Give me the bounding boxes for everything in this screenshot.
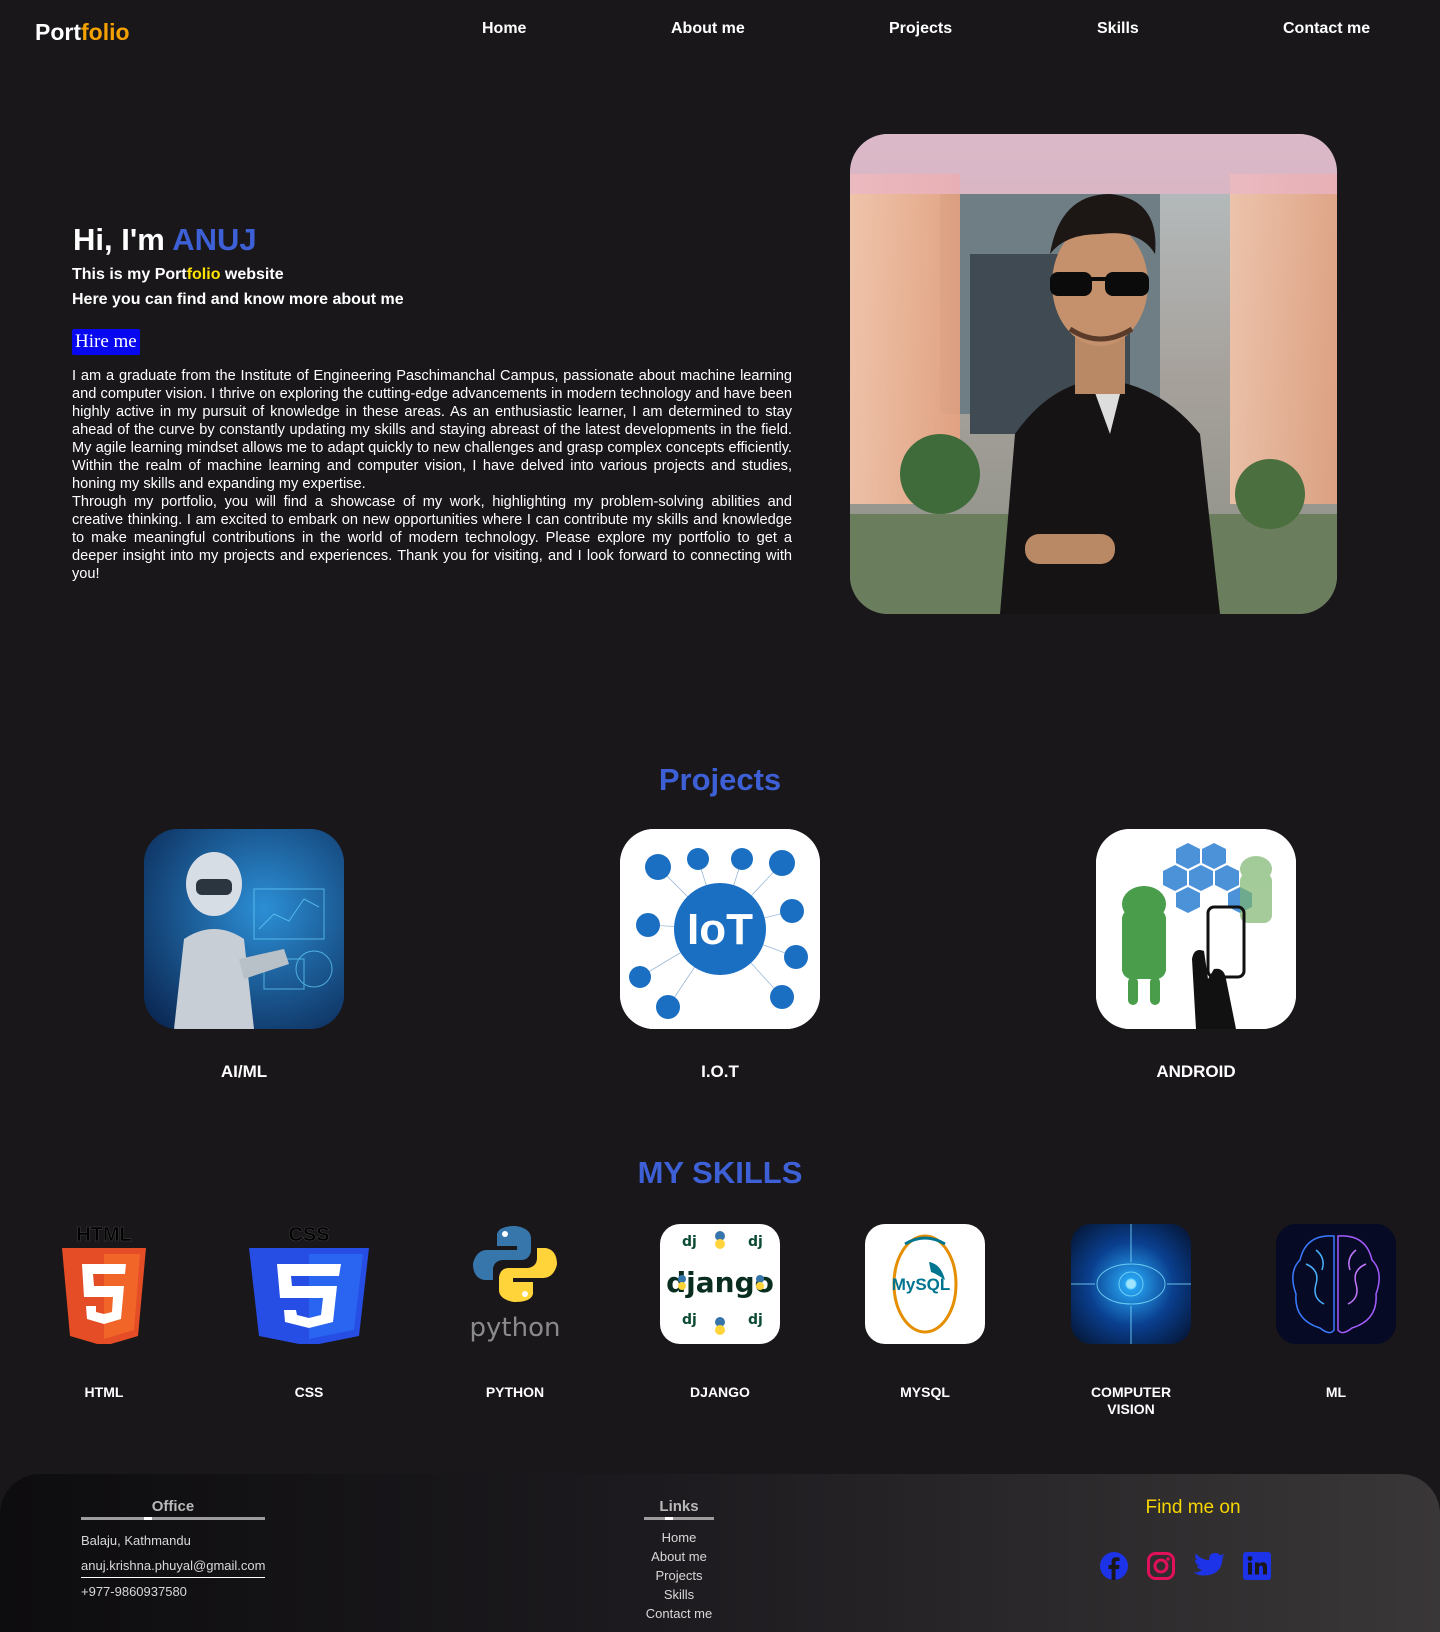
footer-link-projects[interactable]: Projects <box>579 1568 779 1583</box>
nav-skills[interactable]: Skills <box>1097 20 1139 38</box>
svg-text:dj: dj <box>682 1312 697 1328</box>
hero-subtitle-1: This is my Portfolio website <box>72 266 284 284</box>
skill-label-computer-vision: COMPUTER VISION <box>1090 1384 1172 1417</box>
hero-greeting: Hi, I'm <box>73 222 173 257</box>
nav-projects[interactable]: Projects <box>889 20 952 38</box>
logo-accent: folio <box>81 19 130 45</box>
projects-title: Projects <box>658 762 782 797</box>
python-logo: python <box>455 1224 575 1344</box>
facebook-icon[interactable] <box>1098 1550 1130 1582</box>
hero-subtitle-part: This is my Port <box>72 266 187 283</box>
hero-subtitle-part: website <box>220 266 284 283</box>
footer-office-title: Office <box>151 1498 195 1515</box>
hero-subtitle-2: Here you can find and know more about me <box>72 291 404 308</box>
project-label-ai-ml: AI/ML <box>220 1062 268 1081</box>
skill-label-html: HTML <box>84 1384 124 1400</box>
footer-office-underline <box>81 1517 265 1520</box>
find-me-on-label: Find me on <box>1145 1497 1241 1518</box>
css3-logo: CSS <box>249 1224 369 1344</box>
skill-label-django: DJANGO <box>690 1384 750 1400</box>
skill-label-mysql: MYSQL <box>900 1384 950 1400</box>
logo-main: Port <box>35 19 81 45</box>
python-wordmark: python <box>470 1313 561 1343</box>
svg-text:dj: dj <box>682 1234 697 1250</box>
about-paragraph-1: I am a graduate from the Institute of En… <box>72 368 792 492</box>
robot-ai-icon <box>144 829 344 1029</box>
instagram-icon[interactable] <box>1145 1550 1177 1582</box>
mysql-wordmark: MySQL <box>892 1275 951 1294</box>
footer-links-underline <box>644 1517 714 1520</box>
hero-title: Hi, I'm ANUJ <box>73 222 257 258</box>
footer-link-contact-me[interactable]: Contact me <box>579 1606 779 1621</box>
about-paragraph-2: Through my portfolio, you will find a sh… <box>72 494 792 582</box>
twitter-icon[interactable] <box>1194 1550 1226 1582</box>
nav-home[interactable]: Home <box>482 20 526 38</box>
project-ai-ml-image[interactable] <box>144 829 344 1029</box>
html5-logo: HTML <box>44 1224 164 1344</box>
nav-contact-me[interactable]: Contact me <box>1283 20 1370 38</box>
footer-phone: +977-9860937580 <box>81 1584 187 1599</box>
mysql-logo: MySQL <box>865 1224 985 1344</box>
project-iot-image[interactable]: IoT <box>620 829 820 1029</box>
css-tag-text: CSS <box>288 1224 329 1246</box>
hero-name: ANUJ <box>172 222 257 257</box>
ml-brain-image <box>1276 1224 1396 1344</box>
footer-link-home[interactable]: Home <box>579 1530 779 1545</box>
skill-label-css: CSS <box>294 1384 324 1400</box>
footer-link-about-me[interactable]: About me <box>579 1549 779 1564</box>
project-label-iot: I.O.T <box>701 1062 739 1081</box>
iot-label: IoT <box>687 905 753 954</box>
iot-icon: IoT <box>620 829 820 1029</box>
html-tag-text: HTML <box>76 1224 132 1246</box>
skill-label-python: PYTHON <box>485 1384 545 1400</box>
footer-address: Balaju, Kathmandu <box>81 1533 191 1548</box>
about-text: I am a graduate from the Institute of En… <box>72 367 792 583</box>
skills-title: MY SKILLS <box>637 1155 803 1190</box>
computer-vision-image <box>1071 1224 1191 1344</box>
nav-about-me[interactable]: About me <box>671 20 745 38</box>
navbar: Portfolio Home About me Projects Skills … <box>0 0 1440 64</box>
project-android-image[interactable] <box>1096 829 1296 1029</box>
android-icon <box>1096 829 1296 1029</box>
footer-link-skills[interactable]: Skills <box>579 1587 779 1602</box>
django-logo: django dj dj dj dj <box>660 1224 780 1344</box>
svg-text:dj: dj <box>748 1312 763 1328</box>
svg-text:dj: dj <box>748 1234 763 1250</box>
footer-links-title: Links <box>659 1498 699 1515</box>
linkedin-icon[interactable] <box>1241 1550 1273 1582</box>
hire-me-button[interactable]: Hire me <box>72 329 140 355</box>
profile-photo <box>850 134 1337 614</box>
site-logo[interactable]: Portfolio <box>35 19 130 46</box>
project-label-android: ANDROID <box>1156 1062 1236 1081</box>
skill-label-ml: ML <box>1325 1384 1347 1400</box>
hero-subtitle-accent: folio <box>186 266 221 283</box>
footer-email[interactable]: anuj.krishna.phuyal@gmail.com <box>81 1558 266 1578</box>
